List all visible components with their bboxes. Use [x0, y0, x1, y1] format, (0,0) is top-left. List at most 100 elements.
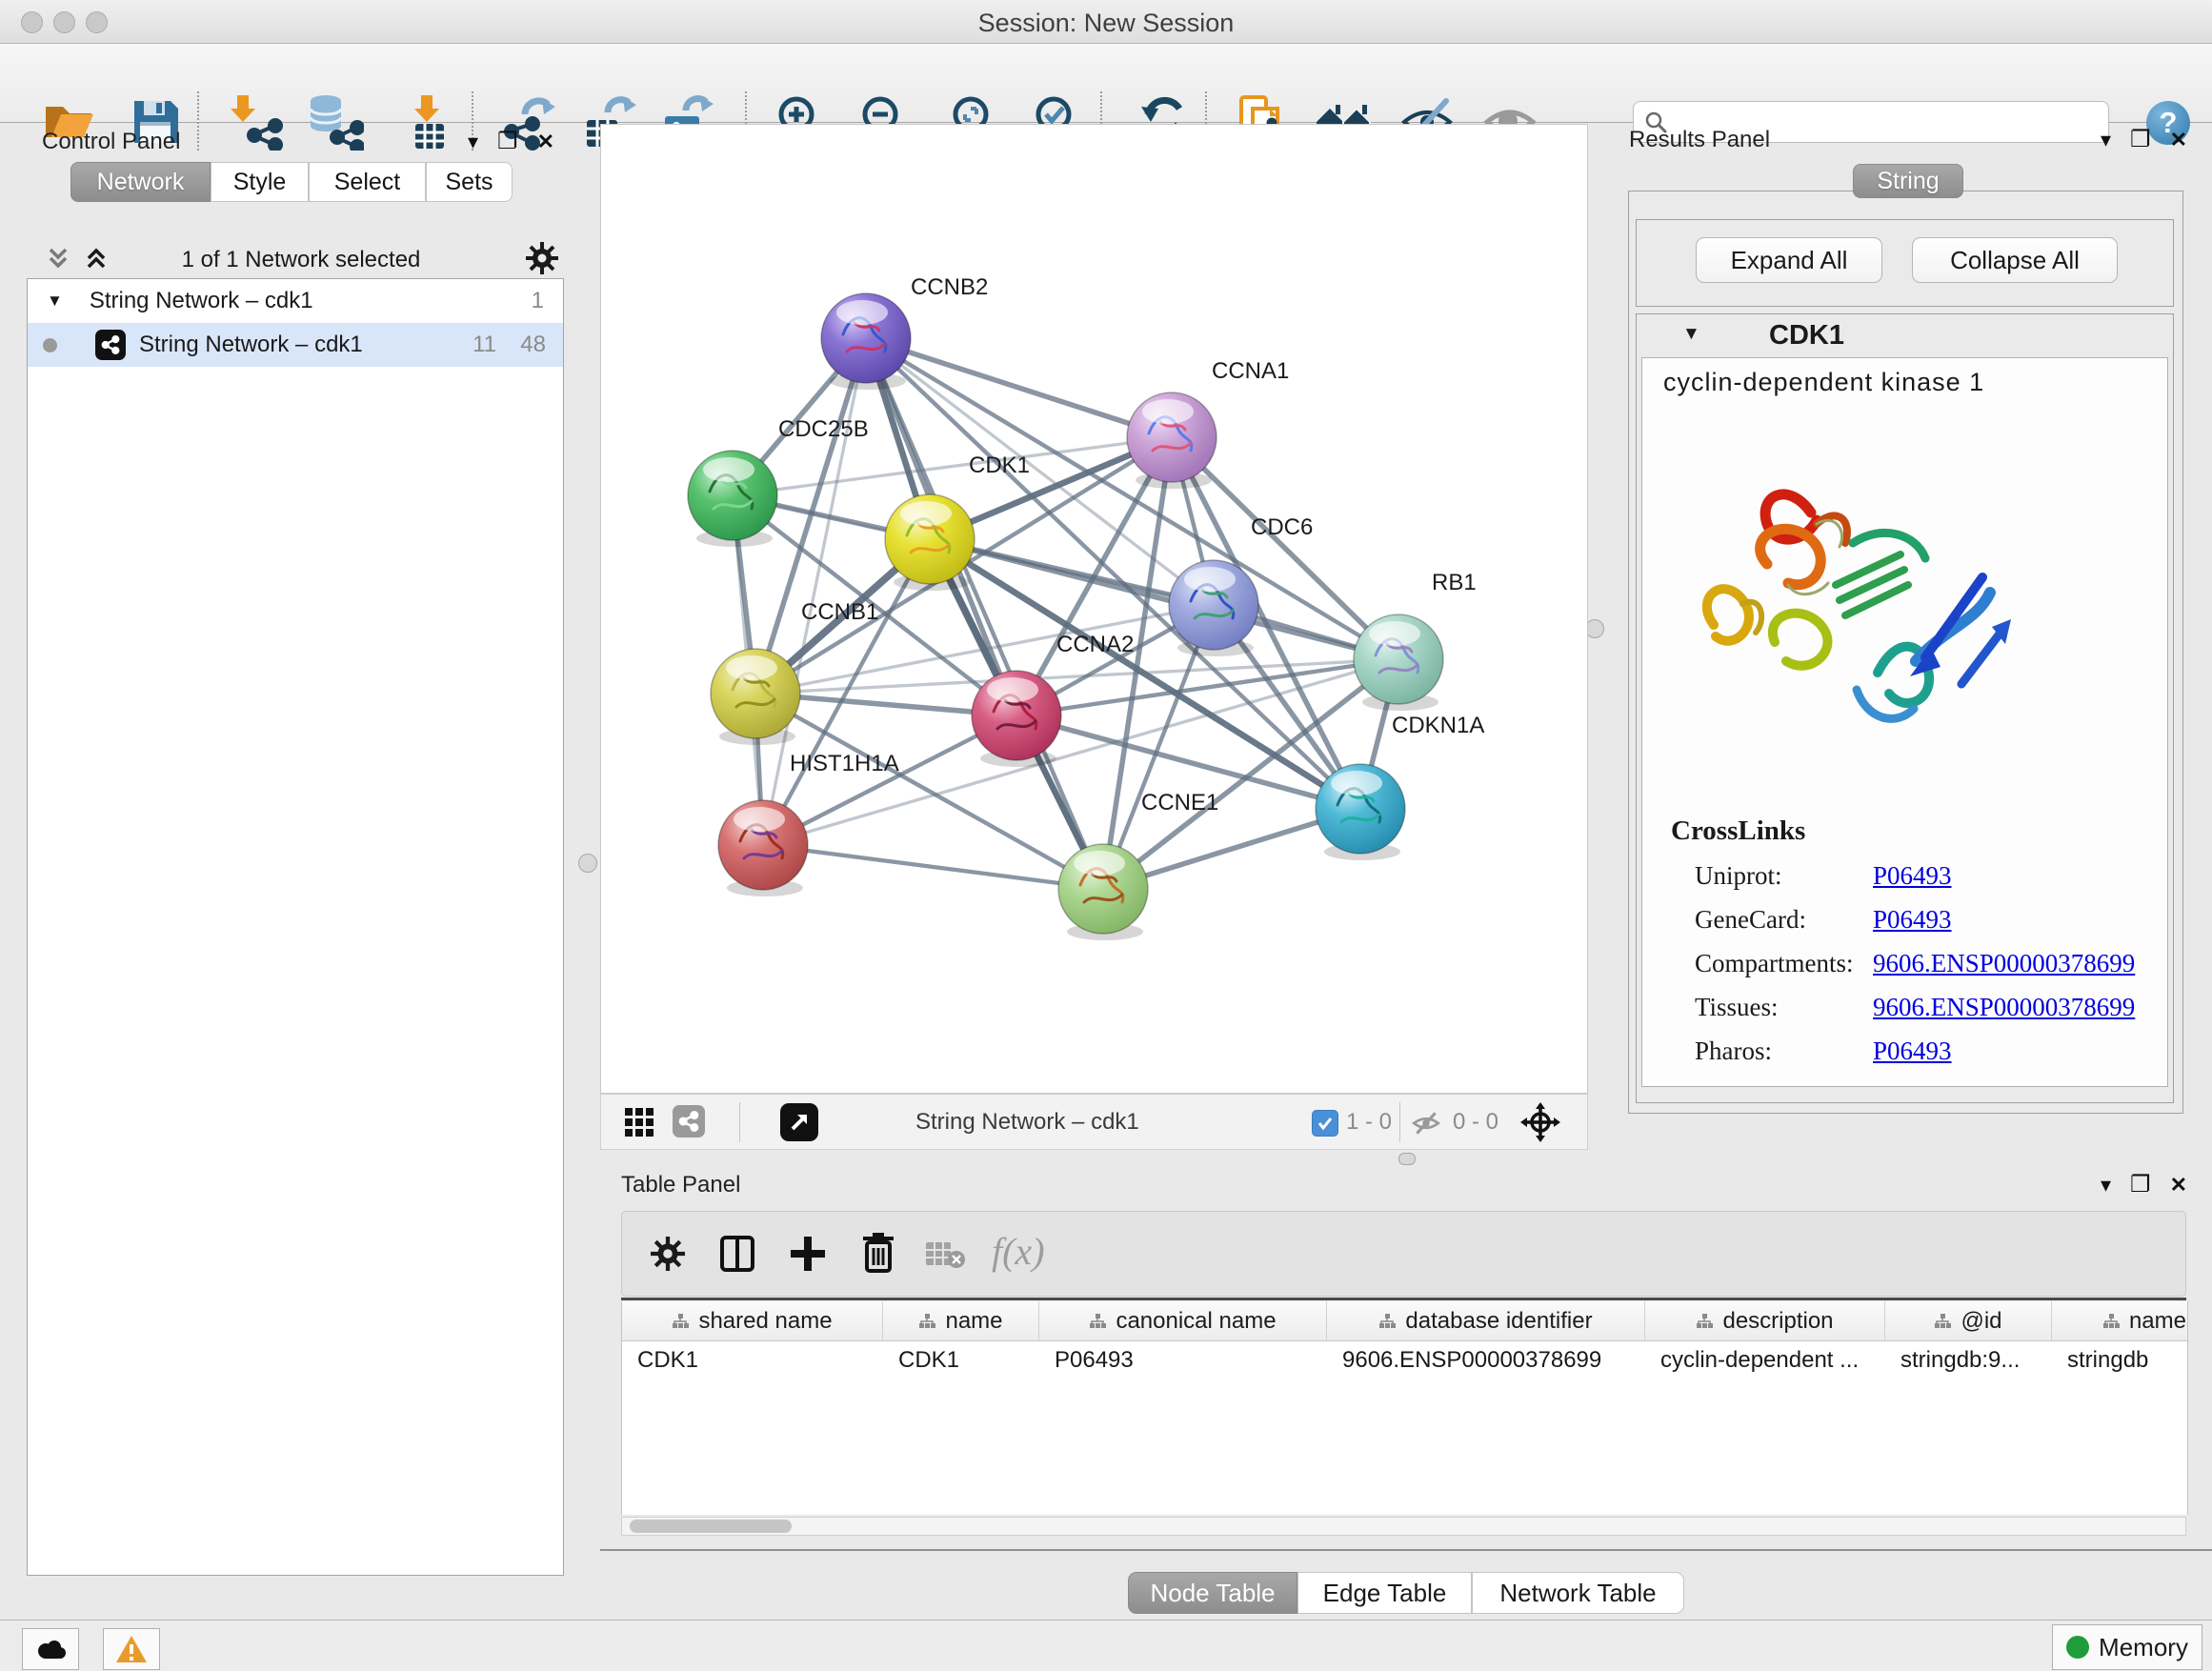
- table-header-row: shared name name canonical name database…: [622, 1301, 2188, 1341]
- cell-description[interactable]: cyclin-dependent ...: [1645, 1340, 1885, 1380]
- network-tree: ▼ String Network – cdk1 1 String Network…: [27, 278, 564, 1576]
- node-table: shared name name canonical name database…: [621, 1301, 2188, 1515]
- crosslink-row: Compartments:: [1695, 949, 1853, 978]
- table-gear-icon[interactable]: [651, 1237, 685, 1271]
- section-collapse-icon[interactable]: ▼: [1682, 324, 1700, 345]
- main-toolbar: ?: [0, 44, 2212, 123]
- network-share-icon[interactable]: [673, 1105, 705, 1137]
- network-node-cdkn1a[interactable]: CDKN1A: [1316, 713, 1484, 860]
- delete-column-icon[interactable]: [860, 1233, 896, 1273]
- tab-sets[interactable]: Sets: [426, 162, 513, 202]
- birdseye-crosshair-icon[interactable]: [1520, 1102, 1560, 1142]
- column-header[interactable]: @id: [1885, 1301, 2052, 1340]
- crosslink-link[interactable]: P06493: [1873, 1037, 1952, 1066]
- tab-select[interactable]: Select: [309, 162, 426, 202]
- column-header[interactable]: namespace: [2052, 1301, 2188, 1340]
- vertical-splitter-handle[interactable]: [578, 854, 597, 873]
- column-type-icon: [672, 1313, 689, 1330]
- crosslink-link[interactable]: 9606.ENSP00000378699: [1873, 949, 2135, 978]
- panel-close-icon[interactable]: ✕: [2170, 1173, 2187, 1198]
- network-label: String Network – cdk1: [139, 332, 363, 358]
- crosslink-label: Uniprot:: [1695, 861, 1782, 890]
- cell-shared-name[interactable]: CDK1: [622, 1340, 883, 1380]
- network-node-ccna1[interactable]: CCNA1: [1127, 358, 1289, 489]
- cell-database-identifier[interactable]: 9606.ENSP00000378699: [1327, 1340, 1645, 1380]
- table-horizontal-scrollbar[interactable]: [621, 1517, 2186, 1536]
- results-splitter-handle[interactable]: [1585, 619, 1604, 638]
- cell-canonical-name[interactable]: P06493: [1039, 1340, 1327, 1380]
- cdk1-section: ▼ CDK1 cyclin-dependent kinase 1: [1636, 313, 2174, 1103]
- panel-close-icon[interactable]: ✕: [537, 130, 554, 154]
- network-collection-row[interactable]: ▼ String Network – cdk1 1: [28, 279, 563, 323]
- node-label: CCNA2: [1056, 632, 1134, 657]
- tab-edge-table[interactable]: Edge Table: [1297, 1572, 1472, 1614]
- column-header[interactable]: shared name: [622, 1301, 883, 1340]
- crosslink-label: Pharos:: [1695, 1037, 1772, 1065]
- node-label: CCNB2: [911, 274, 988, 300]
- status-bar: Memory: [0, 1620, 2212, 1671]
- tabs-divider: [600, 1549, 2212, 1551]
- crosslink-label: Tissues:: [1695, 993, 1779, 1021]
- column-type-icon: [1378, 1313, 1396, 1330]
- network-row-selected[interactable]: String Network – cdk1 11 48: [28, 323, 563, 367]
- scrollbar-thumb[interactable]: [630, 1520, 792, 1533]
- column-header[interactable]: description: [1645, 1301, 1885, 1340]
- section-title: CDK1: [1769, 320, 1844, 352]
- tab-style[interactable]: Style: [211, 162, 309, 202]
- cell-id[interactable]: stringdb:9...: [1885, 1340, 2052, 1380]
- current-network-dot-icon: [43, 338, 57, 352]
- title-bar: Session: New Session: [0, 0, 2212, 44]
- column-header[interactable]: canonical name: [1039, 1301, 1327, 1340]
- crosslink-link[interactable]: P06493: [1873, 905, 1952, 935]
- network-node-ccnb1[interactable]: CCNB1: [711, 599, 878, 745]
- collapse-all-button[interactable]: Collapse All: [1912, 237, 2118, 283]
- fx-function-icon: f(x): [992, 1229, 1045, 1274]
- detach-view-button[interactable]: [780, 1103, 818, 1141]
- tab-string[interactable]: String: [1853, 164, 1963, 198]
- network-node-rb1[interactable]: RB1: [1354, 570, 1477, 711]
- panel-menu-icon[interactable]: ▾: [2101, 1173, 2111, 1198]
- bar-separator: [739, 1102, 740, 1142]
- warnings-button[interactable]: [103, 1628, 160, 1670]
- application-window: Session: New Session: [0, 0, 2212, 1671]
- crosslink-row: Tissues:: [1695, 993, 1779, 1022]
- selected-checkbox-icon[interactable]: [1312, 1110, 1338, 1137]
- crosslink-link[interactable]: 9606.ENSP00000378699: [1873, 993, 2135, 1022]
- node-label: CCNB1: [801, 599, 878, 625]
- column-header[interactable]: name: [883, 1301, 1039, 1340]
- tab-node-table[interactable]: Node Table: [1128, 1572, 1297, 1614]
- cell-namespace[interactable]: stringdb: [2052, 1340, 2188, 1380]
- cell-name[interactable]: CDK1: [883, 1340, 1039, 1380]
- panel-float-icon[interactable]: ❐: [497, 128, 518, 155]
- memory-button[interactable]: Memory: [2052, 1624, 2202, 1670]
- gear-icon[interactable]: [526, 242, 558, 274]
- tab-network[interactable]: Network: [70, 162, 211, 202]
- node-label: CDC25B: [778, 416, 869, 442]
- panel-float-icon[interactable]: ❐: [2130, 1171, 2151, 1198]
- current-network-name: String Network – cdk1: [915, 1109, 1139, 1136]
- table-row[interactable]: CDK1 CDK1 P06493 9606.ENSP00000378699 cy…: [622, 1340, 2188, 1380]
- panel-menu-icon[interactable]: ▾: [468, 130, 478, 154]
- network-graph[interactable]: CCNB2CCNA1CDC25BCDK1CDC6RB1CCNB1CCNA2CDK…: [601, 125, 1587, 1093]
- panel-close-icon[interactable]: ✕: [2170, 128, 2187, 152]
- crosslink-link[interactable]: P06493: [1873, 861, 1952, 891]
- network-view-toolbar: String Network – cdk1 1 - 0 0 - 0: [600, 1094, 1588, 1150]
- add-column-icon[interactable]: [790, 1235, 826, 1273]
- cloud-button[interactable]: [22, 1628, 79, 1670]
- panel-float-icon[interactable]: ❐: [2130, 126, 2151, 153]
- column-header[interactable]: database identifier: [1327, 1301, 1645, 1340]
- node-label: CDKN1A: [1392, 713, 1484, 738]
- control-panel-tabs: NetworkStyleSelectSets: [70, 162, 513, 202]
- select-columns-icon[interactable]: [719, 1235, 755, 1273]
- tab-network-table[interactable]: Network Table: [1472, 1572, 1684, 1614]
- network-canvas[interactable]: CCNB2CCNA1CDC25BCDK1CDC6RB1CCNB1CCNA2CDK…: [600, 124, 1588, 1094]
- clear-table-icon: [925, 1240, 965, 1269]
- collapse-triangle-icon[interactable]: ▼: [47, 292, 63, 311]
- memory-label: Memory: [2099, 1633, 2188, 1662]
- panel-menu-icon[interactable]: ▾: [2101, 128, 2111, 152]
- network-node-ccne1[interactable]: CCNE1: [1058, 790, 1218, 940]
- expand-all-button[interactable]: Expand All: [1696, 237, 1882, 283]
- bar-separator: [1399, 1102, 1400, 1142]
- hidden-eye-slash-icon: [1411, 1108, 1441, 1138]
- grid-view-icon[interactable]: [625, 1108, 654, 1137]
